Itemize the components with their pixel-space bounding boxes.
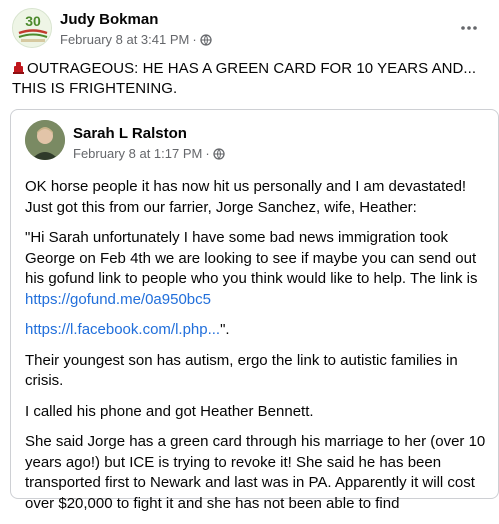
- shared-paragraph-3: https://l.facebook.com/l.php...".: [25, 320, 487, 341]
- post-text-content: OUTRAGEOUS: HE HAS A GREEN CARD FOR 10 Y…: [12, 60, 477, 97]
- avatar-logo-number: 30: [25, 13, 41, 29]
- more-horizontal-icon: [461, 26, 477, 30]
- shared-paragraph-5: I called his phone and got Heather Benne…: [25, 402, 314, 420]
- meta-separator: ·: [205, 146, 210, 161]
- shared-author-name[interactable]: Sarah L Ralston: [73, 125, 187, 142]
- shared-paragraph-2: "Hi Sarah unfortunately I have some bad …: [25, 228, 487, 310]
- author-avatar[interactable]: 30: [12, 8, 52, 48]
- shared-paragraph-3-tail: ".: [220, 321, 230, 338]
- globe-icon[interactable]: [213, 147, 225, 160]
- meta-separator: ·: [192, 32, 197, 47]
- facebook-redirect-link[interactable]: https://l.facebook.com/l.php...: [25, 321, 220, 338]
- more-options-button[interactable]: [455, 14, 483, 42]
- shared-paragraph-2-text: "Hi Sarah unfortunately I have some bad …: [25, 229, 478, 287]
- shared-post-timestamp[interactable]: February 8 at 1:17 PM: [73, 146, 202, 161]
- post-header: 30 Judy Bokman February 8 at 3:41 PM ·: [12, 8, 487, 52]
- post-author-name[interactable]: Judy Bokman: [60, 11, 158, 28]
- post-text: OUTRAGEOUS: HE HAS A GREEN CARD FOR 10 Y…: [12, 59, 488, 99]
- avatar-logo-icon: 30: [13, 9, 51, 47]
- globe-icon[interactable]: [200, 33, 212, 46]
- shared-author-avatar[interactable]: [25, 120, 65, 160]
- shared-post-header: Sarah L Ralston February 8 at 1:17 PM ·: [25, 120, 325, 164]
- shared-paragraph-4: Their youngest son has autism, ergo the …: [25, 351, 458, 390]
- shared-paragraph-1: OK horse people it has now hit us person…: [25, 178, 467, 216]
- shared-post-card[interactable]: Sarah L Ralston February 8 at 1:17 PM · …: [10, 109, 499, 512]
- person-photo-icon: [25, 120, 65, 160]
- post-meta: February 8 at 3:41 PM ·: [60, 32, 212, 47]
- red-alert-icon: [13, 62, 24, 74]
- post-timestamp[interactable]: February 8 at 3:41 PM: [60, 32, 189, 47]
- shared-post-body: OK horse people it has now hit us person…: [25, 177, 487, 524]
- shared-post-meta: February 8 at 1:17 PM ·: [73, 146, 225, 161]
- shared-paragraph-6: She said Jorge has a green card through …: [25, 433, 486, 512]
- gofundme-link[interactable]: https://gofund.me/0a950bc5: [25, 291, 211, 308]
